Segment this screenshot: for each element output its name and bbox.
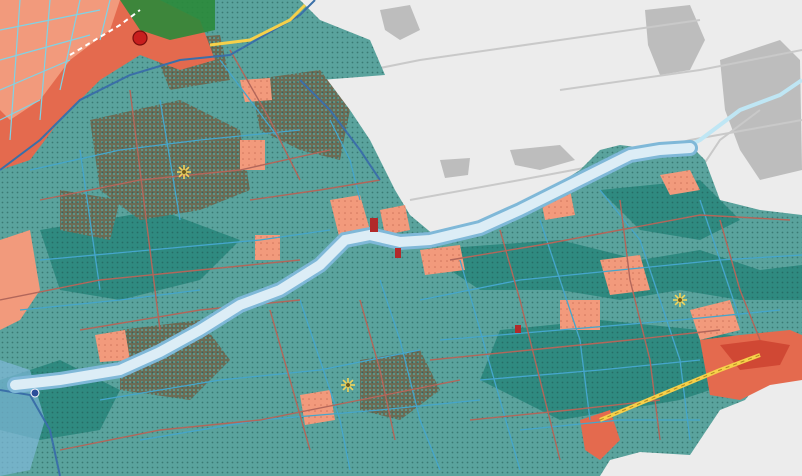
sun-symbol [673, 293, 687, 307]
sun-symbol [341, 378, 355, 392]
sun-symbol [177, 165, 191, 179]
land-use-map[interactable] [0, 0, 802, 476]
red-marker [132, 30, 148, 46]
map-canvas[interactable] [0, 0, 802, 476]
blue-marker [30, 388, 40, 398]
